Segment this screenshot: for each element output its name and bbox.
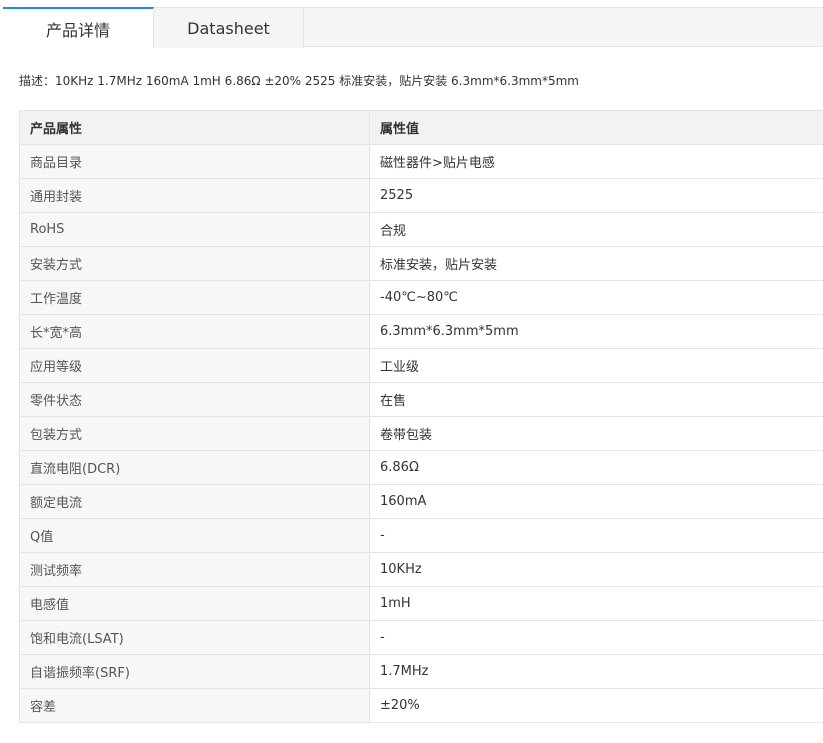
attribute-value: 10KHz [369, 552, 823, 587]
attribute-name: 工作温度 [19, 280, 370, 315]
attribute-name: 零件状态 [19, 382, 370, 417]
header-attribute: 产品属性 [19, 110, 370, 145]
attribute-name: 商品目录 [19, 144, 370, 179]
attribute-name: 电感值 [19, 586, 370, 621]
table-row: 长*宽*高 6.3mm*6.3mm*5mm [19, 314, 823, 349]
attribute-name: 容差 [19, 688, 370, 723]
attribute-value: 工业级 [369, 348, 823, 383]
attribute-name: 额定电流 [19, 484, 370, 519]
tab-label: 产品详情 [45, 20, 110, 40]
attribute-name: 安装方式 [19, 246, 370, 281]
table-row: 安装方式 标准安装，贴片安装 [19, 246, 823, 281]
table-row: 电感值 1mH [19, 586, 823, 621]
attribute-value: 在售 [369, 382, 823, 417]
attribute-name: 应用等级 [19, 348, 370, 383]
table-header-row: 产品属性 属性值 [19, 110, 823, 145]
table-row: 包装方式 卷带包装 [19, 416, 823, 451]
attribute-table: 产品属性 属性值 商品目录 磁性器件>贴片电感 通用封装 2525 RoHS 合规 安装方式… [19, 110, 823, 723]
tab-product-details[interactable]: 产品详情 [3, 7, 154, 48]
table-row: 通用封装 2525 [19, 178, 823, 213]
attribute-value: - [369, 518, 823, 553]
attribute-value: 2525 [369, 178, 823, 213]
attribute-value: 1mH [369, 586, 823, 621]
table-row: Q值 - [19, 518, 823, 553]
attribute-name: 直流电阻(DCR) [19, 450, 370, 485]
attribute-name: 通用封装 [19, 178, 370, 213]
attribute-name: RoHS [19, 212, 370, 247]
tab-label: Datasheet [187, 18, 270, 38]
header-value: 属性值 [369, 110, 823, 145]
attribute-name: 测试频率 [19, 552, 370, 587]
table-row: 额定电流 160mA [19, 484, 823, 519]
table-row: 容差 ±20% [19, 688, 823, 723]
attribute-value: 1.7MHz [369, 654, 823, 689]
product-description: 描述：10KHz 1.7MHz 160mA 1mH 6.86Ω ±20% 252… [19, 74, 579, 88]
tab-bar: 产品详情 Datasheet [3, 7, 823, 48]
attribute-name: 长*宽*高 [19, 314, 370, 349]
table-row: 直流电阻(DCR) 6.86Ω [19, 450, 823, 485]
attribute-name: 包装方式 [19, 416, 370, 451]
table-row: 零件状态 在售 [19, 382, 823, 417]
table-row: 应用等级 工业级 [19, 348, 823, 383]
attribute-name: Q值 [19, 518, 370, 553]
attribute-value: ±20% [369, 688, 823, 723]
table-row: 商品目录 磁性器件>贴片电感 [19, 144, 823, 179]
table-row: 测试频率 10KHz [19, 552, 823, 587]
attribute-name: 饱和电流(LSAT) [19, 620, 370, 655]
attribute-value: 合规 [369, 212, 823, 247]
attribute-value: -40℃~80℃ [369, 280, 823, 315]
attribute-value: 6.3mm*6.3mm*5mm [369, 314, 823, 349]
attribute-value: 磁性器件>贴片电感 [369, 144, 823, 179]
attribute-value: 卷带包装 [369, 416, 823, 451]
table-row: 饱和电流(LSAT) - [19, 620, 823, 655]
attribute-name: 自谐振频率(SRF) [19, 654, 370, 689]
attribute-value: 160mA [369, 484, 823, 519]
attribute-value: - [369, 620, 823, 655]
tab-datasheet[interactable]: Datasheet [154, 7, 304, 48]
table-row: RoHS 合规 [19, 212, 823, 247]
table-row: 自谐振频率(SRF) 1.7MHz [19, 654, 823, 689]
attribute-value: 标准安装，贴片安装 [369, 246, 823, 281]
attribute-value: 6.86Ω [369, 450, 823, 485]
table-row: 工作温度 -40℃~80℃ [19, 280, 823, 315]
